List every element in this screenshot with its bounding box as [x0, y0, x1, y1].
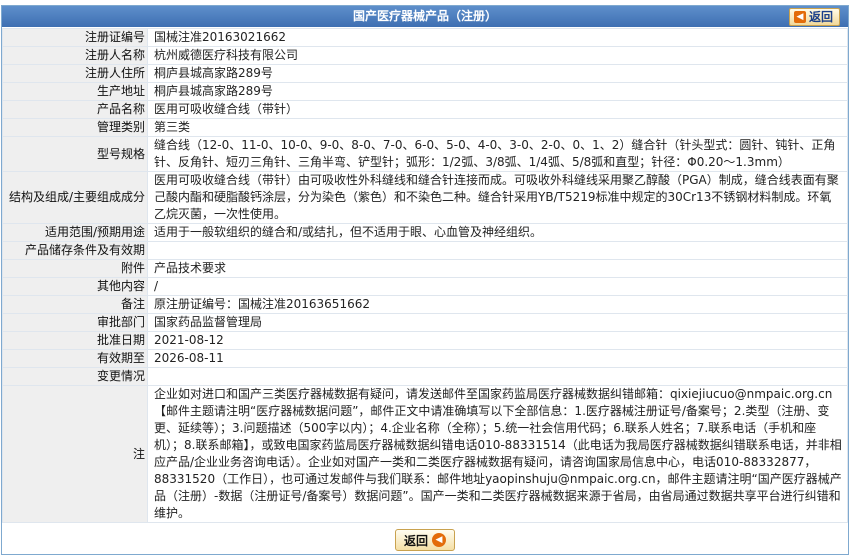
field-value: 桐庐县城高家路289号	[147, 82, 848, 101]
field-value: 2026-08-11	[147, 349, 848, 368]
field-label: 附件	[2, 259, 148, 278]
field-label: 产品名称	[2, 100, 148, 119]
field-value: 第三类	[147, 118, 848, 137]
page-title-bar: 国产医疗器械产品（注册） ◀ 返回	[2, 6, 848, 27]
page-title: 国产医疗器械产品（注册）	[352, 9, 497, 23]
table-row: 批准日期 2021-08-12	[2, 331, 848, 350]
field-value: 企业如对进口和国产三类医疗器械数据有疑问，请发送邮件至国家药监局医疗器械数据纠错…	[147, 385, 848, 523]
field-value: 2021-08-12	[147, 331, 848, 350]
field-label: 注	[2, 385, 148, 523]
field-label: 审批部门	[2, 313, 148, 332]
field-label: 其他内容	[2, 277, 148, 296]
table-row: 附件 产品技术要求	[2, 259, 848, 278]
field-value: 国家药品监督管理局	[147, 313, 848, 332]
back-button-label: 返回	[403, 533, 428, 548]
field-value: 医用可吸收缝合线（带针）	[147, 100, 848, 119]
table-row: 有效期至 2026-08-11	[2, 349, 848, 368]
field-value: /	[147, 277, 848, 296]
field-value: 原注册证编号：国械注准20163651662	[147, 295, 848, 314]
field-label: 生产地址	[2, 82, 148, 101]
back-button-bottom[interactable]: 返回 ◀	[394, 529, 455, 551]
table-row: 结构及组成/主要组成成分 医用可吸收缝合线（带针）由可吸收性外科缝线和缝合针连接而…	[2, 171, 848, 224]
back-arrow-icon: ◀	[432, 533, 446, 547]
table-row: 型号规格 缝合线（12-0、11-0、10-0、9-0、8-0、7-0、6-0、5…	[2, 136, 848, 172]
field-label: 型号规格	[2, 136, 148, 172]
table-row: 备注 原注册证编号：国械注准20163651662	[2, 295, 848, 314]
detail-panel: 国产医疗器械产品（注册） ◀ 返回 注册证编号 国械注准20163021662 注…	[1, 5, 849, 555]
field-label: 有效期至	[2, 349, 148, 368]
field-value	[147, 241, 848, 260]
field-label: 变更情况	[2, 367, 148, 386]
field-value: 适用于一般软组织的缝合和/或结扎，但不适用于眼、心血管及神经组织。	[147, 223, 848, 242]
detail-table: 注册证编号 国械注准20163021662 注册人名称 杭州威德医疗科技有限公司 注…	[2, 28, 848, 523]
field-label: 结构及组成/主要组成成分	[2, 171, 148, 224]
back-button-label: 返回	[808, 10, 833, 24]
field-value: 缝合线（12-0、11-0、10-0、9-0、8-0、7-0、6-0、5-0、4…	[147, 136, 848, 172]
table-row: 其他内容 /	[2, 277, 848, 296]
back-arrow-icon: ◀	[793, 11, 806, 23]
field-label: 注册人名称	[2, 46, 148, 65]
field-label: 批准日期	[2, 331, 148, 350]
field-value: 桐庐县城高家路289号	[147, 64, 848, 83]
footer: 返回 ◀	[2, 527, 848, 553]
field-value: 国械注准20163021662	[147, 28, 848, 47]
field-value: 医用可吸收缝合线（带针）由可吸收性外科缝线和缝合针连接而成。可吸收外科缝线采用聚…	[147, 171, 848, 224]
table-row: 注册人住所 桐庐县城高家路289号	[2, 64, 848, 83]
table-row: 注册人名称 杭州威德医疗科技有限公司	[2, 46, 848, 65]
field-label: 备注	[2, 295, 148, 314]
table-row: 产品名称 医用可吸收缝合线（带针）	[2, 100, 848, 119]
field-label: 产品储存条件及有效期	[2, 241, 148, 260]
table-row: 注企业如对进口和国产三类医疗器械数据有疑问，请发送邮件至国家药监局医疗器械数据纠…	[2, 385, 848, 523]
field-value: 杭州威德医疗科技有限公司	[147, 46, 848, 65]
table-row: 适用范围/预期用途 适用于一般软组织的缝合和/或结扎，但不适用于眼、心血管及神经组…	[2, 223, 848, 242]
field-label: 注册证编号	[2, 28, 148, 47]
table-row: 产品储存条件及有效期	[2, 241, 848, 260]
table-row: 生产地址 桐庐县城高家路289号	[2, 82, 848, 101]
field-label: 注册人住所	[2, 64, 148, 83]
table-row: 管理类别 第三类	[2, 118, 848, 137]
back-button-top[interactable]: ◀ 返回	[788, 8, 840, 26]
table-row: 变更情况	[2, 367, 848, 386]
field-value: 产品技术要求	[147, 259, 848, 278]
field-value	[147, 367, 848, 386]
field-label: 适用范围/预期用途	[2, 223, 148, 242]
field-label: 管理类别	[2, 118, 148, 137]
table-row: 注册证编号 国械注准20163021662	[2, 28, 848, 47]
table-row: 审批部门 国家药品监督管理局	[2, 313, 848, 332]
